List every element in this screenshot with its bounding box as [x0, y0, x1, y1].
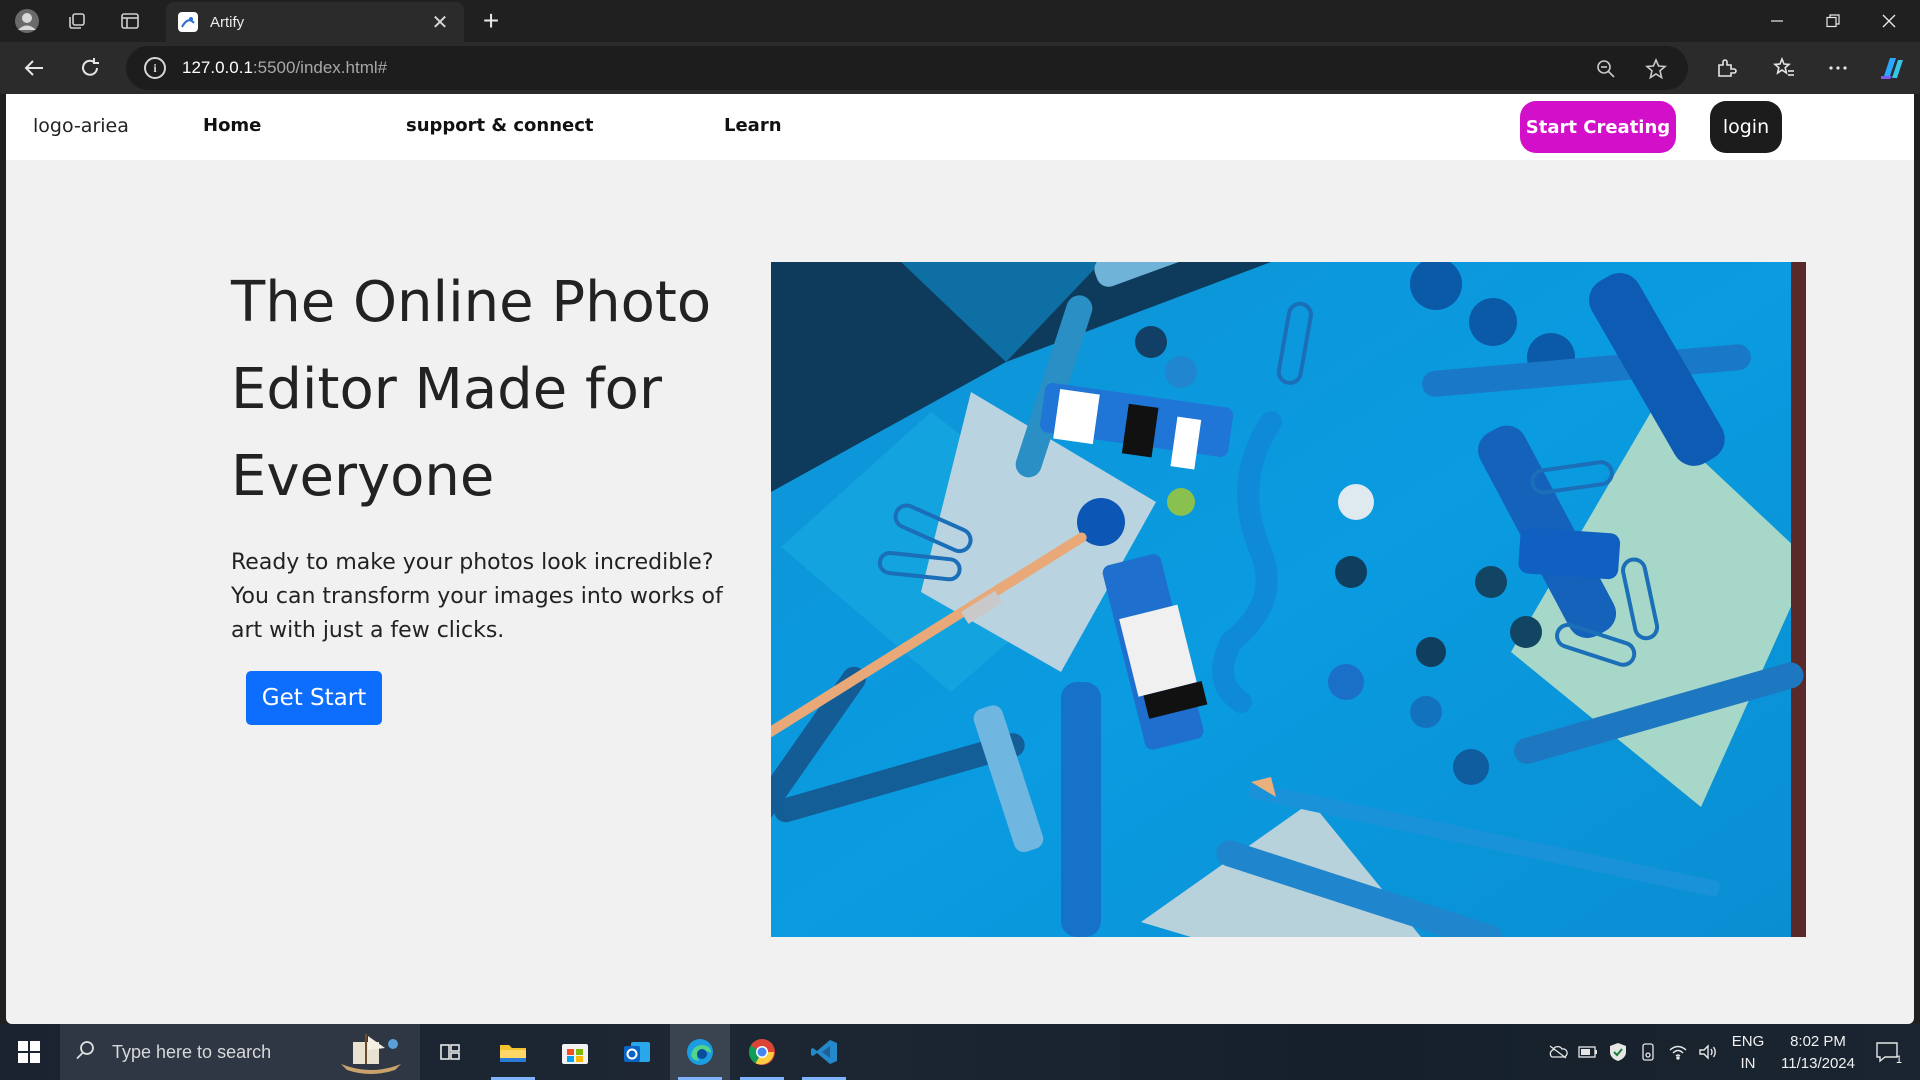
login-button[interactable]: login	[1710, 101, 1782, 153]
microsoft-store-icon[interactable]	[545, 1024, 605, 1080]
tab-close-icon[interactable]: ✕	[428, 10, 452, 34]
search-icon	[74, 1039, 96, 1065]
language-indicator-top[interactable]: ENG	[1730, 1033, 1766, 1050]
browser-toolbar: i 127.0.0.1:5500/index.html#	[0, 42, 1920, 94]
zoom-icon[interactable]	[1594, 57, 1618, 81]
hero-description: Ready to make your photos look incredibl…	[231, 546, 751, 648]
back-arrow-icon[interactable]	[18, 52, 50, 84]
onedrive-off-icon[interactable]	[1548, 1042, 1568, 1062]
wifi-icon[interactable]	[1668, 1042, 1688, 1062]
windows-taskbar: Type here to search ENG IN 8:02 PM 11/13…	[0, 1024, 1920, 1080]
language-indicator-bottom[interactable]: IN	[1730, 1055, 1766, 1072]
tab-title: Artify	[210, 13, 245, 31]
vertical-tabs-icon[interactable]	[117, 8, 143, 34]
collections-icon[interactable]	[64, 8, 90, 34]
hero-title-line: Editor Made for	[231, 357, 662, 422]
hero-title-line: The Online Photo	[231, 270, 712, 335]
hero-text-line: You can transform your images into works…	[231, 584, 723, 609]
task-view-icon[interactable]	[420, 1024, 480, 1080]
browser-tab-bar: Artify ✕ +	[0, 0, 1920, 42]
notification-center-icon[interactable]: 1	[1870, 1038, 1904, 1066]
file-explorer-icon[interactable]	[483, 1024, 543, 1080]
page-viewport: logo-ariea Home support & connect Learn …	[6, 94, 1914, 1024]
site-header: logo-ariea Home support & connect Learn …	[6, 94, 1914, 160]
outlook-icon[interactable]	[607, 1024, 667, 1080]
profile-avatar-icon[interactable]	[14, 8, 40, 34]
site-logo[interactable]: logo-ariea	[33, 115, 129, 137]
chrome-icon[interactable]	[732, 1024, 792, 1080]
security-shield-icon[interactable]	[1608, 1042, 1628, 1062]
minimize-button[interactable]	[1750, 0, 1804, 42]
nav-link-support[interactable]: support & connect	[406, 115, 594, 136]
search-highlight-ship-icon	[335, 1030, 407, 1080]
artify-favicon-icon	[178, 12, 198, 32]
copilot-icon[interactable]	[1876, 52, 1908, 84]
url-host: 127.0.0.1	[182, 58, 253, 77]
favorites-icon[interactable]	[1768, 52, 1800, 84]
device-icon[interactable]	[1638, 1042, 1658, 1062]
volume-icon[interactable]	[1698, 1042, 1718, 1062]
hero-text-line: art with just a few clicks.	[231, 618, 505, 643]
close-window-button[interactable]	[1862, 0, 1916, 42]
restore-button[interactable]	[1806, 0, 1860, 42]
site-info-icon[interactable]: i	[144, 57, 166, 79]
hero-title: The Online Photo Editor Made for Everyon…	[231, 259, 751, 520]
extensions-icon[interactable]	[1710, 52, 1742, 84]
hero-text-line: Ready to make your photos look incredibl…	[231, 550, 714, 575]
address-bar[interactable]: i 127.0.0.1:5500/index.html#	[126, 46, 1688, 90]
clock-time[interactable]: 8:02 PM	[1770, 1033, 1866, 1050]
start-creating-button[interactable]: Start Creating	[1520, 101, 1676, 153]
reload-icon[interactable]	[74, 52, 106, 84]
vscode-icon[interactable]	[794, 1024, 854, 1080]
search-placeholder: Type here to search	[112, 1041, 272, 1062]
hero-title-line: Everyone	[231, 444, 495, 509]
battery-icon[interactable]	[1578, 1042, 1598, 1062]
favorite-star-icon[interactable]	[1644, 57, 1668, 81]
windows-start-icon[interactable]	[0, 1024, 58, 1080]
more-menu-icon[interactable]	[1822, 52, 1854, 84]
url-path: :5500/index.html#	[252, 58, 388, 77]
get-start-button[interactable]: Get Start	[246, 671, 382, 725]
hero-image	[771, 262, 1806, 937]
taskbar-search-box[interactable]: Type here to search	[60, 1024, 420, 1080]
nav-link-learn[interactable]: Learn	[724, 115, 782, 136]
notification-count: 1	[1895, 1054, 1902, 1066]
nav-link-home[interactable]: Home	[203, 115, 261, 136]
new-tab-button[interactable]: +	[476, 5, 506, 36]
clock-date[interactable]: 11/13/2024	[1770, 1055, 1866, 1072]
tab-artify[interactable]: Artify ✕	[166, 2, 464, 42]
edge-browser-icon[interactable]	[670, 1024, 730, 1080]
